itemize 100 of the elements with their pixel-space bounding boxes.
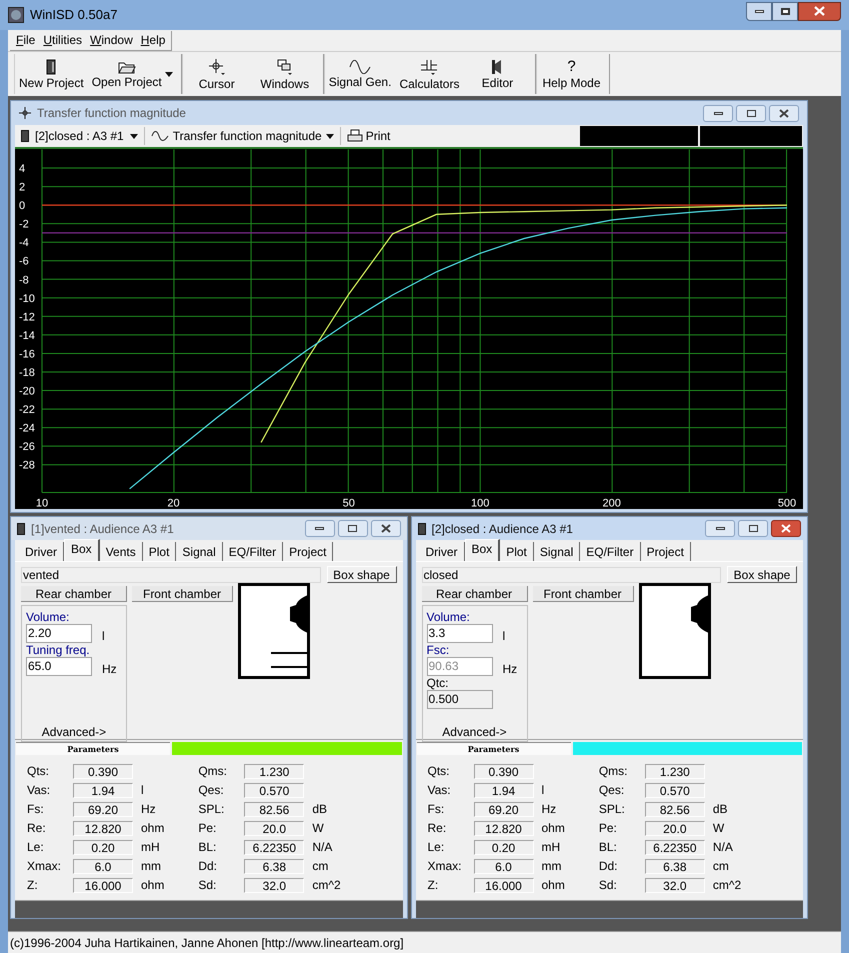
parameter-label: Qts: [428, 763, 451, 780]
rear-chamber-button[interactable]: Rear chamber [21, 586, 127, 602]
unit-label: ohm [140, 877, 164, 894]
book-icon [21, 130, 29, 142]
tab[interactable]: EQ/Filter [580, 542, 641, 561]
value-field[interactable]: 65.0 [26, 657, 92, 676]
maximize-button[interactable] [736, 104, 766, 122]
value-field[interactable]: 2.20 [26, 624, 92, 643]
toolbar-button[interactable]: Signal Gen. [324, 54, 396, 94]
x-axis-label: 200 [602, 498, 621, 509]
menu-item[interactable]: File [16, 34, 36, 46]
y-axis-label: 4 [19, 163, 26, 176]
speaker-icon [491, 59, 504, 75]
tab[interactable]: EQ/Filter [222, 542, 284, 561]
project-dropdown[interactable]: [2]closed : A3 #1 [21, 127, 145, 145]
close-button[interactable] [771, 520, 801, 537]
y-axis-label: -10 [19, 292, 35, 305]
parameter-label: Vas: [428, 782, 452, 799]
box-name-field[interactable]: closed [422, 566, 721, 582]
box-name-field[interactable]: vented [21, 566, 320, 582]
minimize-button[interactable] [705, 520, 735, 537]
parameter-label: Le: [27, 839, 45, 856]
unit-label: cm^2 [712, 877, 742, 894]
parameter-value: 16.000 [474, 878, 534, 892]
x-axis-label: 20 [167, 498, 180, 509]
print-button[interactable]: Print [346, 127, 390, 145]
parameter-label: Sd: [598, 877, 618, 894]
parameter-label: Vas: [27, 782, 52, 799]
toolbar-button[interactable]: ? Help Mode [537, 54, 606, 94]
parameter-label: Sd: [198, 877, 218, 894]
y-axis-label: -24 [19, 422, 35, 435]
menu-item[interactable]: Help [140, 34, 166, 46]
tab[interactable]: Plot [142, 542, 176, 561]
x-axis-label: 100 [471, 498, 490, 509]
toolbar-button[interactable]: Open Project [88, 54, 177, 94]
caret-icon [130, 134, 138, 138]
unit-label: cm [311, 858, 330, 875]
tab[interactable]: Plot [500, 542, 534, 561]
advanced-button[interactable]: Advanced-> [42, 725, 106, 739]
box-shape-button[interactable]: Box shape [326, 566, 396, 583]
value-field[interactable]: 0.500 [426, 690, 492, 709]
parameter-label: Xmax: [428, 858, 463, 875]
field-label: Tuning freq. [26, 643, 91, 657]
parameter-label: Re: [27, 820, 47, 837]
unit-label: l [102, 629, 105, 643]
parameter-value: 82.56 [644, 802, 705, 816]
tab[interactable]: Signal [534, 542, 580, 561]
close-icon [781, 524, 791, 533]
parameter-value: 6.0 [474, 858, 534, 874]
y-axis-label: -2 [19, 218, 29, 231]
close-button[interactable] [370, 520, 400, 537]
advanced-button[interactable]: Advanced-> [442, 725, 507, 739]
tab[interactable]: Project [640, 542, 691, 561]
tab[interactable]: Project [283, 542, 334, 561]
parameter-value: 1.230 [244, 764, 304, 778]
plot-type-dropdown[interactable]: Transfer function magnitude [150, 127, 341, 145]
minimize-button[interactable] [746, 2, 772, 20]
maximize-button[interactable] [738, 520, 768, 537]
close-button[interactable] [769, 104, 799, 122]
parameter-value: 0.570 [644, 782, 705, 798]
parameter-value: 0.20 [73, 840, 133, 854]
tab[interactable]: Box [64, 539, 100, 561]
toolbar-button[interactable]: Cursor [182, 54, 251, 94]
minimize-button[interactable] [703, 104, 733, 122]
tab[interactable]: Box [464, 539, 500, 561]
status-text: (c)1996-2004 Juha Hartikainen, Janne Ahonen [http://www.linearteam.org] [10, 934, 404, 952]
close-button[interactable] [798, 2, 841, 20]
front-chamber-button[interactable]: Front chamber [532, 586, 634, 602]
field-label: Qtc: [426, 676, 450, 690]
tab[interactable]: Signal [176, 542, 223, 561]
parameter-value: 0.20 [474, 840, 534, 854]
menu-item[interactable]: Window [90, 34, 133, 46]
unit-label: N/A [311, 839, 334, 856]
maximize-button[interactable] [338, 520, 368, 537]
toolbar-button[interactable]: New Project [15, 54, 88, 94]
parameter-label: BL: [598, 839, 618, 856]
box-shape-button[interactable]: Box shape [727, 566, 797, 583]
toolbar-button[interactable]: Windows [250, 54, 319, 94]
minimize-button[interactable] [304, 520, 334, 537]
unit-label: Hz [540, 801, 558, 818]
parameter-value: 1.94 [474, 782, 534, 798]
toolbar-button[interactable]: Editor [463, 54, 532, 94]
parameter-value: 0.390 [474, 764, 534, 778]
front-chamber-button[interactable]: Front chamber [132, 586, 233, 602]
maximize-button[interactable] [772, 2, 798, 20]
parameter-value: 20.0 [244, 820, 304, 836]
parameter-value: 6.22350 [244, 840, 304, 854]
tab[interactable]: Vents [100, 542, 143, 561]
y-axis-label: -16 [19, 348, 35, 360]
parameter-value: 12.820 [474, 820, 534, 836]
menu-item[interactable]: Utilities [43, 34, 82, 46]
rear-chamber-button[interactable]: Rear chamber [422, 586, 528, 602]
parameter-label: Fs: [428, 801, 446, 818]
parameter-value: 6.38 [244, 858, 304, 874]
crosshair-icon [208, 58, 226, 76]
parameter-value: 6.22350 [644, 840, 705, 854]
value-field[interactable]: 3.3 [426, 624, 492, 643]
toolbar-button[interactable]: Calculators [395, 54, 464, 94]
book-icon [46, 59, 56, 75]
y-axis-label: -6 [19, 256, 29, 268]
